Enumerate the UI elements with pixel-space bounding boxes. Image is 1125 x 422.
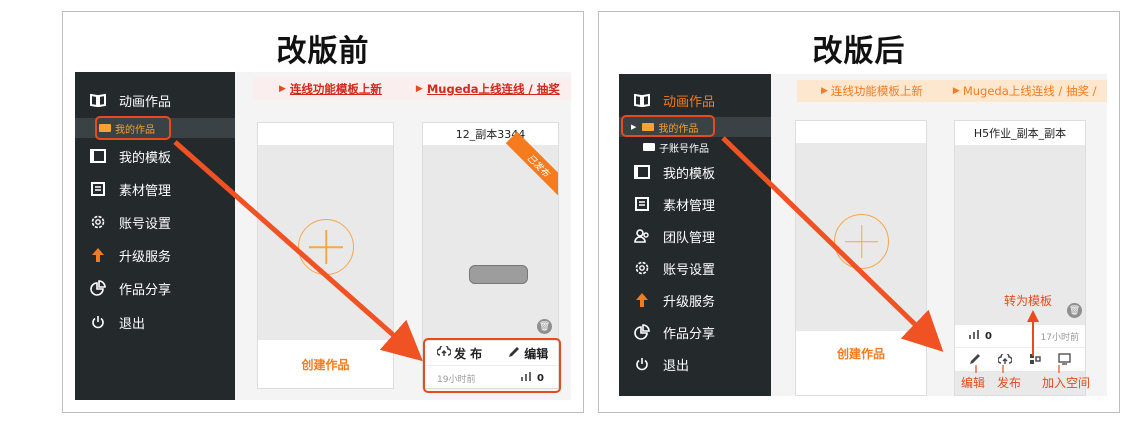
book-icon [633,91,651,109]
work-time: 17小时前 [1040,332,1079,343]
before-panel: 改版前 动画作品 我的作品 我的模板 素材管理 账号设置 升级服务 作品分享 退… [62,11,584,413]
work-meta: 0 17小时前 [955,325,1085,347]
sidebar-item-account-settings[interactable]: 账号设置 [75,210,235,234]
pie-chart-icon [633,323,651,341]
annotation-edit: 编辑 [961,376,986,390]
sidebar-item-upgrade[interactable]: 升级服务 [619,288,771,312]
annotation-publish: 发布 [997,376,1022,390]
sidebar-subitem-sub-account-works[interactable]: 子账号作品 [619,137,771,157]
banner-link[interactable]: 连线功能模板上新 [290,81,382,97]
highlight-box-actions [423,338,561,393]
highlight-box-my-works [621,115,715,137]
template-icon [633,163,651,181]
plus-icon[interactable] [834,214,889,269]
gear-icon [89,213,107,231]
sidebar-item-label: 素材管理 [663,198,716,214]
triangle-right-icon: ▶ [415,84,423,94]
sidebar-item-label: 素材管理 [119,183,172,199]
add-to-space-icon[interactable] [1057,350,1071,369]
sidebar-item-label: 作品分享 [663,326,716,342]
create-work-card[interactable]: 创建作品 [795,120,927,396]
triangle-right-icon: ▶ [821,86,828,96]
after-panel: 改版后 动画作品 ▶ 我的作品 子账号作品 我的模板 素材管理 团队管理 账号设… [598,11,1120,413]
announcement-banner: ▶ 连线功能模板上新 ▶ Mugeda上线连线 / 抽奖 [253,78,571,100]
work-title: H5作业_副本_副本 [955,121,1085,145]
sidebar-item-logout[interactable]: 退出 [619,352,771,376]
sidebar-item-assets[interactable]: 素材管理 [75,177,235,201]
sidebar-item-my-templates[interactable]: 我的模板 [619,160,771,184]
folder-icon [643,143,655,151]
power-icon [89,313,107,331]
work-actions [955,347,1085,371]
highlight-box-my-works [95,116,171,140]
sidebar-item-label: 退出 [663,358,690,374]
pie-chart-icon [89,279,107,297]
cloud-upload-icon[interactable] [997,350,1013,369]
create-work-card[interactable]: 创建作品 [257,122,394,389]
sidebar-item-animation-works[interactable]: 动画作品 [75,88,235,112]
create-work-label[interactable]: 创建作品 [796,331,926,395]
sidebar-item-share[interactable]: 作品分享 [75,276,235,300]
sidebar-item-label: 动画作品 [119,94,172,110]
annotation-to-template: 转为模板 [1004,294,1053,308]
panel-title: 改版前 [276,34,370,69]
card-header [258,123,393,145]
banner-link[interactable]: Mugeda上线连线 / 抽奖 [427,81,560,97]
sidebar-item-label: 作品分享 [119,282,172,298]
sidebar-item-upgrade[interactable]: 升级服务 [75,243,235,267]
book-icon [89,91,107,109]
pencil-icon[interactable] [969,350,981,369]
bar-chart-icon [969,330,979,342]
template-convert-icon[interactable] [1029,350,1041,369]
sidebar-item-account-settings[interactable]: 账号设置 [619,256,771,280]
assets-icon [633,195,651,213]
template-icon [89,147,107,165]
sidebar-subitem-label: 子账号作品 [659,143,709,155]
sidebar-item-share[interactable]: 作品分享 [619,320,771,344]
power-icon [633,355,651,373]
annotation-add-space: 加入空间 [1042,376,1091,390]
upgrade-arrow-icon [89,246,107,264]
sidebar-item-label: 账号设置 [663,262,716,278]
sidebar-item-team-management[interactable]: 团队管理 [619,224,771,248]
gear-icon [633,259,651,277]
sidebar-item-label: 退出 [119,316,146,332]
sidebar-item-my-templates[interactable]: 我的模板 [75,144,235,168]
sidebar-item-label: 账号设置 [119,216,172,232]
sidebar-item-label: 我的模板 [663,166,716,182]
triangle-right-icon: ▶ [952,86,960,96]
sidebar-item-logout[interactable]: 退出 [75,310,235,334]
announcement-banner: ▶ 连线功能模板上新 ▶ Mugeda上线连线 / 抽奖 / [797,80,1107,102]
trash-icon[interactable]: 🗑 [1067,303,1082,318]
sidebar-item-label: 动画作品 [663,94,716,110]
sidebar-item-assets[interactable]: 素材管理 [619,192,771,216]
sidebar-item-label: 升级服务 [663,294,716,310]
create-work-label[interactable]: 创建作品 [258,340,393,388]
team-icon [633,227,651,245]
upgrade-arrow-icon [633,291,651,309]
sidebar-item-animation-works[interactable]: 动画作品 [619,88,771,112]
work-card[interactable]: H5作业_副本_副本 🗑 0 17小时前 [954,120,1086,396]
preview-toggle [469,265,528,284]
work-title: 12_副本3344 [423,123,558,145]
trash-icon[interactable]: 🗑 [537,319,552,334]
banner-link[interactable]: 连线功能模板上新 [831,83,923,99]
main-content: ▶ 连线功能模板上新 ▶ Mugeda上线连线 / 抽奖 / 创建作品 H5作业… [771,74,1107,396]
sidebar-item-label: 团队管理 [663,230,716,246]
assets-icon [89,180,107,198]
card-header [796,121,926,143]
triangle-right-icon: ▶ [279,84,286,94]
panel-title: 改版后 [812,34,906,69]
view-count: 0 [985,330,992,342]
banner-link[interactable]: Mugeda上线连线 / 抽奖 / [963,83,1097,99]
sidebar-item-label: 升级服务 [119,249,172,265]
plus-icon[interactable] [298,219,354,275]
sidebar-item-label: 我的模板 [119,150,172,166]
